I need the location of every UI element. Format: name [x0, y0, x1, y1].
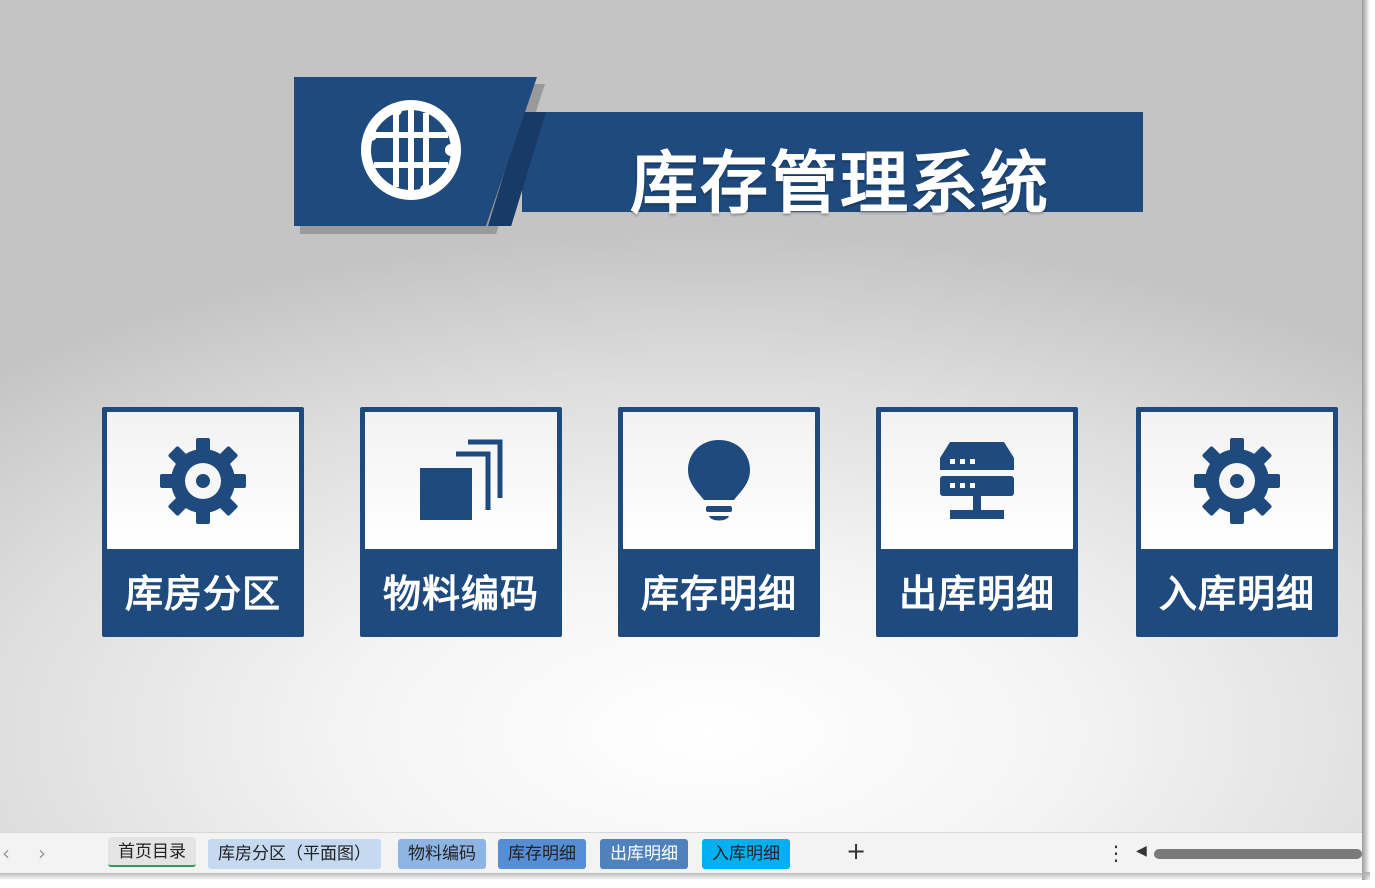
card-material-codes[interactable]: 物料编码: [360, 407, 562, 637]
tab-inventory-details[interactable]: 库存明细: [498, 839, 586, 869]
tab-inbound-details[interactable]: 入库明细: [702, 839, 790, 869]
sheet-canvas: 库存管理系统 库房分区 物料编码 库存明细 出库明细 入库明细: [0, 0, 1362, 832]
horizontal-scrollbar[interactable]: [1154, 849, 1362, 859]
card-label: 入库明细: [1158, 572, 1315, 616]
sheet-tab-bar: ‹ › 首页目录 库房分区（平面图） 物料编码 库存明细 出库明细 入库明细 +…: [0, 832, 1362, 873]
card-label: 库房分区: [124, 572, 281, 616]
gear-icon: [1194, 437, 1280, 524]
card-inbound-details[interactable]: 入库明细: [1136, 407, 1338, 637]
gear-icon: [160, 437, 246, 524]
add-sheet-button[interactable]: +: [846, 837, 866, 865]
card-label: 出库明细: [898, 572, 1055, 616]
page-bottom-shadow: [0, 872, 1370, 880]
page-edge-shadow: [1362, 0, 1370, 880]
tab-warehouse-zones[interactable]: 库房分区（平面图）: [208, 839, 381, 869]
tab-prev-icon[interactable]: ‹: [2, 841, 10, 865]
app-title: 库存管理系统: [629, 145, 1050, 224]
card-inventory-details[interactable]: 库存明细: [618, 407, 820, 637]
card-warehouse-zones[interactable]: 库房分区: [102, 407, 304, 637]
stacked-squares-icon: [420, 439, 503, 520]
tab-next-icon[interactable]: ›: [38, 841, 46, 865]
tab-material-codes[interactable]: 物料编码: [398, 839, 486, 869]
tab-home-directory[interactable]: 首页目录: [108, 837, 196, 867]
card-label: 库存明细: [640, 572, 797, 616]
card-label: 物料编码: [382, 572, 539, 616]
tab-outbound-details[interactable]: 出库明细: [600, 839, 688, 869]
scroll-left-icon[interactable]: ◀: [1136, 843, 1147, 859]
globe-network-icon: [361, 100, 461, 200]
card-outbound-details[interactable]: 出库明细: [876, 407, 1078, 637]
lightbulb-icon: [688, 439, 750, 520]
server-icon: [940, 441, 1014, 519]
more-options-icon[interactable]: ⋮: [1106, 841, 1126, 865]
